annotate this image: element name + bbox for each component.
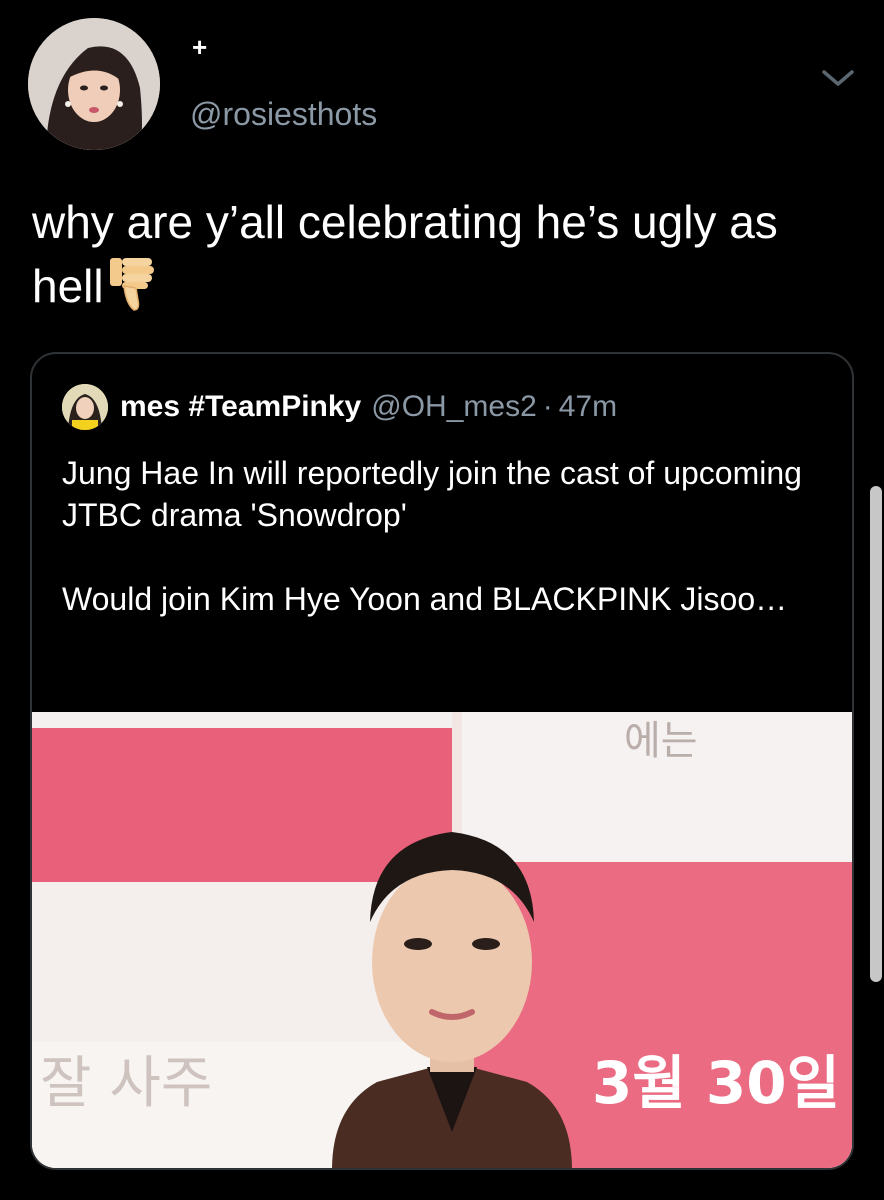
author-handle[interactable]: @rosiesthots (190, 96, 377, 133)
quoted-tweet-card[interactable]: mes #TeamPinky @OH_mes2 · 47m Jung Hae I… (30, 352, 854, 1170)
photo-top-sign-text: 에는 (624, 718, 698, 764)
quoted-handle[interactable]: @OH_mes2 (371, 390, 537, 424)
avatar-image (28, 18, 160, 150)
tweet-text: why are y’all celebrating he’s ugly as h… (32, 190, 852, 328)
quoted-paragraph-1: Jung Hae In will reportedly join the cas… (62, 455, 802, 533)
scrollbar-thumb[interactable] (870, 486, 882, 982)
follow-plus-icon[interactable]: + (192, 32, 207, 63)
quoted-tweet-text: Jung Hae In will reportedly join the cas… (62, 452, 832, 620)
quoted-tweet-photo[interactable]: 잘 사주 3월 30일 에는 (32, 712, 852, 1168)
profile-avatar[interactable] (28, 18, 160, 150)
quoted-tweet-header: mes #TeamPinky @OH_mes2 · 47m (62, 382, 617, 432)
photo-left-sign-text: 잘 사주 (40, 1051, 213, 1116)
quoted-display-name[interactable]: mes #TeamPinky (120, 390, 361, 424)
photo-right-sign-text: 3월 30일 (592, 1049, 840, 1117)
chevron-down-icon[interactable] (818, 64, 858, 92)
quoted-author-avatar[interactable] (62, 384, 108, 430)
thumbs-down-emoji-icon (106, 256, 160, 328)
quoted-paragraph-2: Would join Kim Hye Yoon and BLACKPINK Ji… (62, 581, 788, 617)
quoted-timestamp[interactable]: 47m (559, 390, 617, 424)
meta-separator: · (542, 390, 553, 423)
